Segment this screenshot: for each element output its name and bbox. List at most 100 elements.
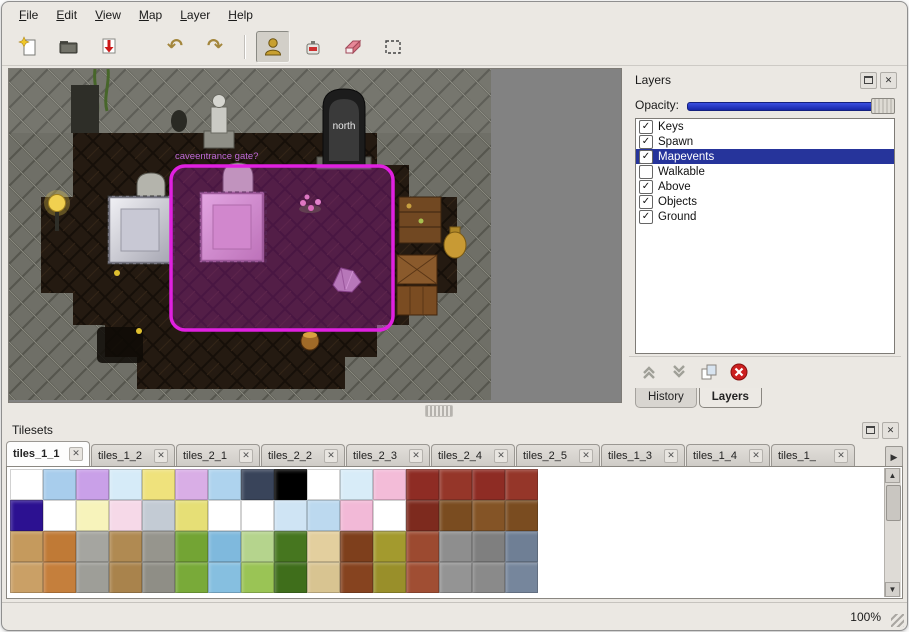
stamp-tool-button[interactable] xyxy=(256,31,290,63)
horizontal-splitter-handle[interactable] xyxy=(425,405,453,417)
layer-row-keys[interactable]: ✓Keys xyxy=(636,119,894,134)
tileset-tile[interactable] xyxy=(406,500,439,531)
delete-layer-button[interactable] xyxy=(727,361,751,383)
tileset-tile[interactable] xyxy=(340,500,373,531)
vertical-splitter[interactable] xyxy=(621,68,629,401)
tileset-tile[interactable] xyxy=(307,469,340,500)
tileset-tile[interactable] xyxy=(274,469,307,500)
opacity-slider-handle[interactable] xyxy=(871,98,895,114)
tileset-tile[interactable] xyxy=(10,500,43,531)
tileset-tile[interactable] xyxy=(142,500,175,531)
tileset-tile[interactable] xyxy=(307,531,340,562)
new-file-button[interactable] xyxy=(12,31,46,63)
tileset-tab-tiles_1_[interactable]: tiles_1_✕ xyxy=(771,444,855,466)
tileset-tile[interactable] xyxy=(439,469,472,500)
tileset-tile[interactable] xyxy=(274,500,307,531)
tileset-tile[interactable] xyxy=(241,531,274,562)
tileset-tile[interactable] xyxy=(43,562,76,593)
tileset-tile[interactable] xyxy=(43,531,76,562)
tileset-tile[interactable] xyxy=(274,562,307,593)
tileset-tile[interactable] xyxy=(505,562,538,593)
tab-close-icon[interactable]: ✕ xyxy=(69,447,83,461)
layer-visibility-checkbox[interactable]: ✓ xyxy=(639,210,653,224)
lower-layer-button[interactable] xyxy=(667,361,691,383)
tileset-tile[interactable] xyxy=(43,500,76,531)
tileset-tile[interactable] xyxy=(175,469,208,500)
tab-close-icon[interactable]: ✕ xyxy=(154,449,168,463)
tileset-tile[interactable] xyxy=(373,562,406,593)
tileset-tile[interactable] xyxy=(175,562,208,593)
tab-close-icon[interactable]: ✕ xyxy=(834,449,848,463)
tileset-tile[interactable] xyxy=(472,562,505,593)
scroll-up-button[interactable]: ▲ xyxy=(885,468,900,483)
tileset-tile[interactable] xyxy=(505,469,538,500)
tileset-scrollbar[interactable]: ▲ ▼ xyxy=(884,468,901,597)
tileset-tile[interactable] xyxy=(208,562,241,593)
tileset-tab-tiles_1_1[interactable]: tiles_1_1✕ xyxy=(6,441,90,466)
float-panel-button[interactable] xyxy=(862,422,879,439)
layer-row-objects[interactable]: ✓Objects xyxy=(636,194,894,209)
tileset-tile[interactable] xyxy=(472,531,505,562)
layer-row-mapevents[interactable]: ✓Mapevents xyxy=(636,149,894,164)
tileset-tab-tiles_1_4[interactable]: tiles_1_4✕ xyxy=(686,444,770,466)
tileset-tab-tiles_2_5[interactable]: tiles_2_5✕ xyxy=(516,444,600,466)
tileset-tile[interactable] xyxy=(76,500,109,531)
tileset-tab-tiles_1_2[interactable]: tiles_1_2✕ xyxy=(91,444,175,466)
tab-close-icon[interactable]: ✕ xyxy=(579,449,593,463)
scroll-handle[interactable] xyxy=(886,485,901,521)
tileset-tile[interactable] xyxy=(109,500,142,531)
opacity-slider[interactable] xyxy=(687,98,895,112)
scroll-down-button[interactable]: ▼ xyxy=(885,582,900,597)
map-canvas[interactable]: north xyxy=(8,68,622,403)
tileset-tile[interactable] xyxy=(109,531,142,562)
tileset-tile[interactable] xyxy=(208,500,241,531)
tileset-tile[interactable] xyxy=(472,500,505,531)
undo-button[interactable]: ↶ xyxy=(158,31,192,63)
save-button[interactable] xyxy=(92,31,126,63)
layer-row-spawn[interactable]: ✓Spawn xyxy=(636,134,894,149)
tileset-tab-tiles_2_1[interactable]: tiles_2_1✕ xyxy=(176,444,260,466)
tab-close-icon[interactable]: ✕ xyxy=(324,449,338,463)
tileset-tile[interactable] xyxy=(43,469,76,500)
tileset-tile[interactable] xyxy=(373,469,406,500)
tileset-tile[interactable] xyxy=(109,562,142,593)
layer-visibility-checkbox[interactable]: ✓ xyxy=(639,180,653,194)
tileset-tile[interactable] xyxy=(241,562,274,593)
tileset-tile[interactable] xyxy=(439,531,472,562)
tab-close-icon[interactable]: ✕ xyxy=(749,449,763,463)
layer-visibility-checkbox[interactable]: ✓ xyxy=(639,120,653,134)
tileset-tile[interactable] xyxy=(142,562,175,593)
float-panel-button[interactable] xyxy=(860,72,877,89)
tileset-tile[interactable] xyxy=(76,531,109,562)
tileset-tab-tiles_2_3[interactable]: tiles_2_3✕ xyxy=(346,444,430,466)
menu-map[interactable]: Map xyxy=(130,5,171,25)
redo-button[interactable]: ↷ xyxy=(198,31,232,63)
tileset-tile[interactable] xyxy=(439,500,472,531)
menu-edit[interactable]: Edit xyxy=(47,5,86,25)
tileset-tile[interactable] xyxy=(142,531,175,562)
tileset-tile[interactable] xyxy=(340,531,373,562)
event-selection-rect[interactable] xyxy=(171,166,393,330)
close-panel-button[interactable]: ✕ xyxy=(882,422,899,439)
tab-close-icon[interactable]: ✕ xyxy=(664,449,678,463)
tileset-tab-tiles_2_4[interactable]: tiles_2_4✕ xyxy=(431,444,515,466)
tileset-tile[interactable] xyxy=(10,469,43,500)
tileset-tile[interactable] xyxy=(10,531,43,562)
layer-row-above[interactable]: ✓Above xyxy=(636,179,894,194)
tileset-tile[interactable] xyxy=(76,562,109,593)
tileset-tile[interactable] xyxy=(109,469,142,500)
tab-layers[interactable]: Layers xyxy=(699,388,762,408)
layer-visibility-checkbox[interactable]: ✓ xyxy=(639,195,653,209)
layer-row-ground[interactable]: ✓Ground xyxy=(636,209,894,224)
tileset-tile[interactable] xyxy=(208,531,241,562)
tab-scroll-right-button[interactable]: ▶ xyxy=(885,446,903,468)
tileset-tile[interactable] xyxy=(406,469,439,500)
tileset-tile[interactable] xyxy=(340,562,373,593)
layer-visibility-checkbox[interactable]: ✓ xyxy=(639,135,653,149)
tileset-tab-tiles_2_2[interactable]: tiles_2_2✕ xyxy=(261,444,345,466)
tileset-tile[interactable] xyxy=(241,500,274,531)
eraser-tool-button[interactable] xyxy=(336,31,370,63)
tileset-tile[interactable] xyxy=(208,469,241,500)
tileset-tile[interactable] xyxy=(406,531,439,562)
tileset-tab-tiles_1_3[interactable]: tiles_1_3✕ xyxy=(601,444,685,466)
